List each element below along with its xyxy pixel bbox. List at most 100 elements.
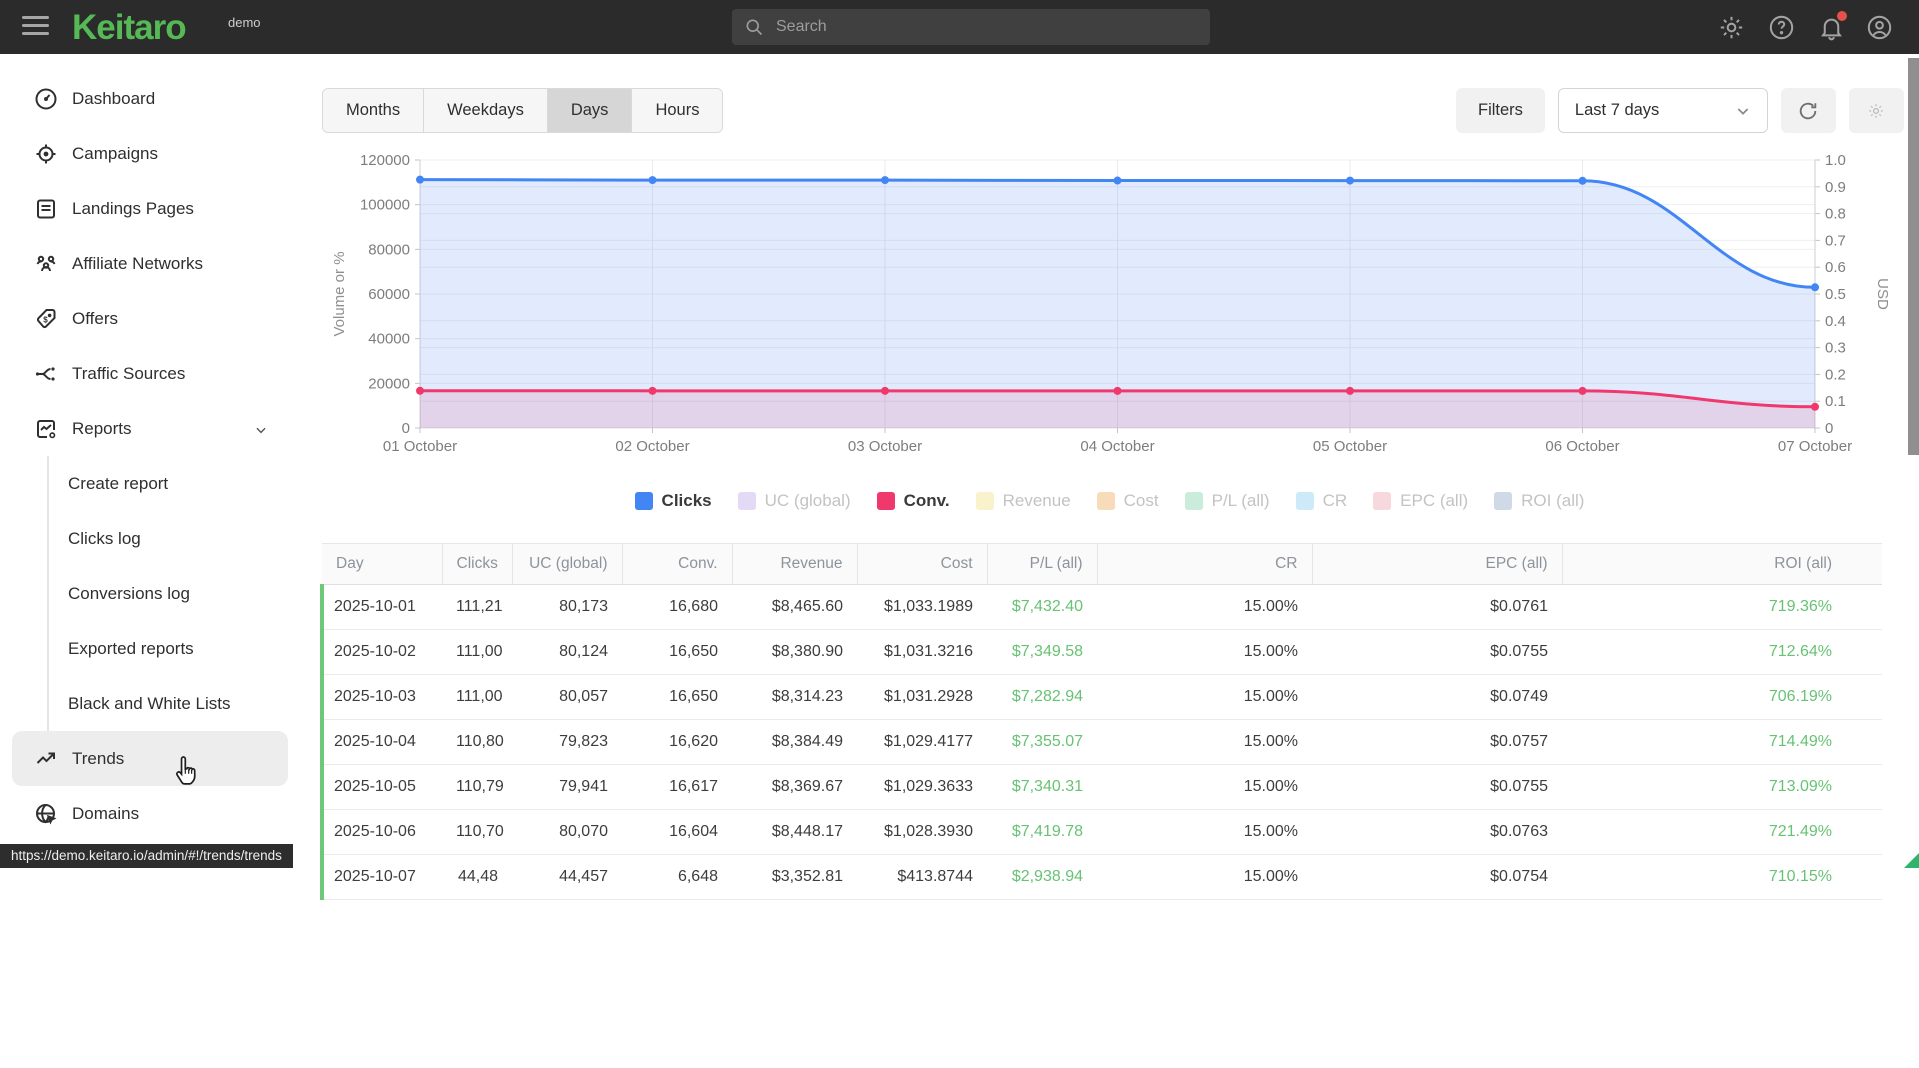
table-cell: $2,938.94 (987, 855, 1097, 900)
sidebar-item-conversions-log[interactable]: Conversions log (12, 566, 288, 621)
column-header-clicks[interactable]: Clicks (442, 544, 512, 585)
corner-widget (1904, 853, 1919, 868)
filters-button[interactable]: Filters (1456, 88, 1545, 133)
search-input[interactable] (776, 18, 1198, 36)
campaigns-icon (34, 142, 58, 166)
trends-table: DayClicksUC (global)Conv.RevenueCostP/L … (320, 543, 1880, 900)
column-header-cr[interactable]: CR (1097, 544, 1312, 585)
table-cell: $3,352.81 (732, 855, 857, 900)
notifications-bell-icon[interactable] (1818, 14, 1845, 41)
legend-swatch (976, 492, 994, 510)
sidebar-item-reports[interactable]: Reports (12, 401, 288, 456)
table-cell: 16,650 (622, 675, 732, 720)
sidebar-item-domains[interactable]: Domains (12, 786, 288, 841)
svg-text:0.4: 0.4 (1825, 313, 1846, 330)
refresh-button[interactable] (1781, 88, 1836, 133)
hamburger-menu-icon[interactable] (22, 16, 49, 38)
legend-item-clicks[interactable]: Clicks (635, 491, 712, 511)
sidebar-item-exported-reports[interactable]: Exported reports (12, 621, 288, 676)
date-range-select[interactable]: Last 7 days (1558, 88, 1768, 133)
table-row: 2025-10-02111,0080,12416,650$8,380.90$1,… (322, 630, 1882, 675)
sidebar-item-label: Clicks log (68, 529, 141, 549)
legend-item-roi-all[interactable]: ROI (all) (1494, 491, 1584, 511)
table-cell: 16,620 (622, 720, 732, 765)
table-row: 2025-10-04110,8079,82316,620$8,384.49$1,… (322, 720, 1882, 765)
tab-hours[interactable]: Hours (632, 89, 722, 132)
sidebar-item-affiliate-networks[interactable]: Affiliate Networks (12, 236, 288, 291)
sidebar-item-label: Campaigns (72, 144, 158, 164)
tab-weekdays[interactable]: Weekdays (424, 89, 548, 132)
table-cell: 706.19% (1562, 675, 1882, 720)
legend-item-epc-all[interactable]: EPC (all) (1373, 491, 1468, 511)
table-cell: $1,031.2928 (857, 675, 987, 720)
table-cell: 712.64% (1562, 630, 1882, 675)
search-icon (744, 17, 764, 37)
sidebar-item-offers[interactable]: $ Offers (12, 291, 288, 346)
table-row: 2025-10-05110,7979,94116,617$8,369.67$1,… (322, 765, 1882, 810)
sidebar-item-dashboard[interactable]: Dashboard (12, 71, 288, 126)
sidebar-item-landings-pages[interactable]: Landings Pages (12, 181, 288, 236)
sidebar-item-campaigns[interactable]: Campaigns (12, 126, 288, 181)
tab-months[interactable]: Months (323, 89, 424, 132)
sidebar-item-label: Affiliate Networks (72, 254, 203, 274)
sidebar-item-create-report[interactable]: Create report (12, 456, 288, 511)
column-header-cost[interactable]: Cost (857, 544, 987, 585)
legend-item-revenue[interactable]: Revenue (976, 491, 1071, 511)
main-content: Months Weekdays Days Hours Filters Last … (300, 54, 1919, 1068)
legend-swatch (635, 492, 653, 510)
table-cell: $0.0755 (1312, 765, 1562, 810)
table-cell: 80,070 (512, 810, 622, 855)
sidebar-item-label: Reports (72, 419, 132, 439)
table-cell: $0.0755 (1312, 630, 1562, 675)
legend-swatch (1373, 492, 1391, 510)
svg-text:100000: 100000 (360, 197, 410, 214)
top-bar: Keitaro demo (0, 0, 1919, 54)
legend-item-uc-global[interactable]: UC (global) (738, 491, 851, 511)
sidebar-item-label: Black and White Lists (68, 694, 231, 714)
sidebar-item-black-and-white-lists[interactable]: Black and White Lists (12, 676, 288, 731)
legend-label: Cost (1124, 491, 1159, 511)
table-cell: 16,680 (622, 585, 732, 630)
trends-chart-svg: 02000040000600008000010000012000001 Octo… (330, 140, 1900, 492)
column-header-uc-global[interactable]: UC (global) (512, 544, 622, 585)
table-cell: 2025-10-06 (322, 810, 442, 855)
column-header-roi-all[interactable]: ROI (all) (1562, 544, 1882, 585)
settings-gear-icon[interactable] (1718, 14, 1745, 41)
vertical-scrollbar-thumb[interactable] (1908, 58, 1919, 455)
column-header-conv[interactable]: Conv. (622, 544, 732, 585)
trends-chart[interactable]: 02000040000600008000010000012000001 Octo… (330, 140, 1900, 492)
gear-icon (1867, 102, 1885, 120)
svg-text:120000: 120000 (360, 152, 410, 169)
legend-item-cr[interactable]: CR (1296, 491, 1348, 511)
table-cell: $7,282.94 (987, 675, 1097, 720)
table-cell: 80,124 (512, 630, 622, 675)
svg-text:80000: 80000 (368, 241, 410, 258)
tab-days[interactable]: Days (548, 89, 633, 132)
sidebar-item-traffic-sources[interactable]: Traffic Sources (12, 346, 288, 401)
legend-item-p-l-all[interactable]: P/L (all) (1185, 491, 1270, 511)
svg-text:02 October: 02 October (615, 438, 689, 455)
account-icon[interactable] (1866, 14, 1893, 41)
svg-text:01 October: 01 October (383, 438, 457, 455)
keitaro-logo[interactable]: Keitaro (72, 8, 186, 48)
legend-item-cost[interactable]: Cost (1097, 491, 1159, 511)
sidebar-item-clicks-log[interactable]: Clicks log (12, 511, 288, 566)
domains-icon (34, 802, 58, 826)
column-header-epc-all[interactable]: EPC (all) (1312, 544, 1562, 585)
global-search[interactable] (732, 9, 1210, 45)
table-cell: 2025-10-01 (322, 585, 442, 630)
column-header-p-l-all[interactable]: P/L (all) (987, 544, 1097, 585)
traffic-sources-icon (34, 362, 58, 386)
sidebar-item-trends[interactable]: Trends (12, 731, 288, 786)
legend-item-conv[interactable]: Conv. (877, 491, 950, 511)
table-cell: $7,355.07 (987, 720, 1097, 765)
svg-text:0.6: 0.6 (1825, 259, 1846, 276)
table-cell: 79,941 (512, 765, 622, 810)
legend-swatch (1494, 492, 1512, 510)
help-icon[interactable] (1768, 14, 1795, 41)
table-cell: $1,033.1989 (857, 585, 987, 630)
chart-settings-button[interactable] (1849, 88, 1904, 133)
column-header-revenue[interactable]: Revenue (732, 544, 857, 585)
svg-text:03 October: 03 October (848, 438, 922, 455)
column-header-day[interactable]: Day (322, 544, 442, 585)
